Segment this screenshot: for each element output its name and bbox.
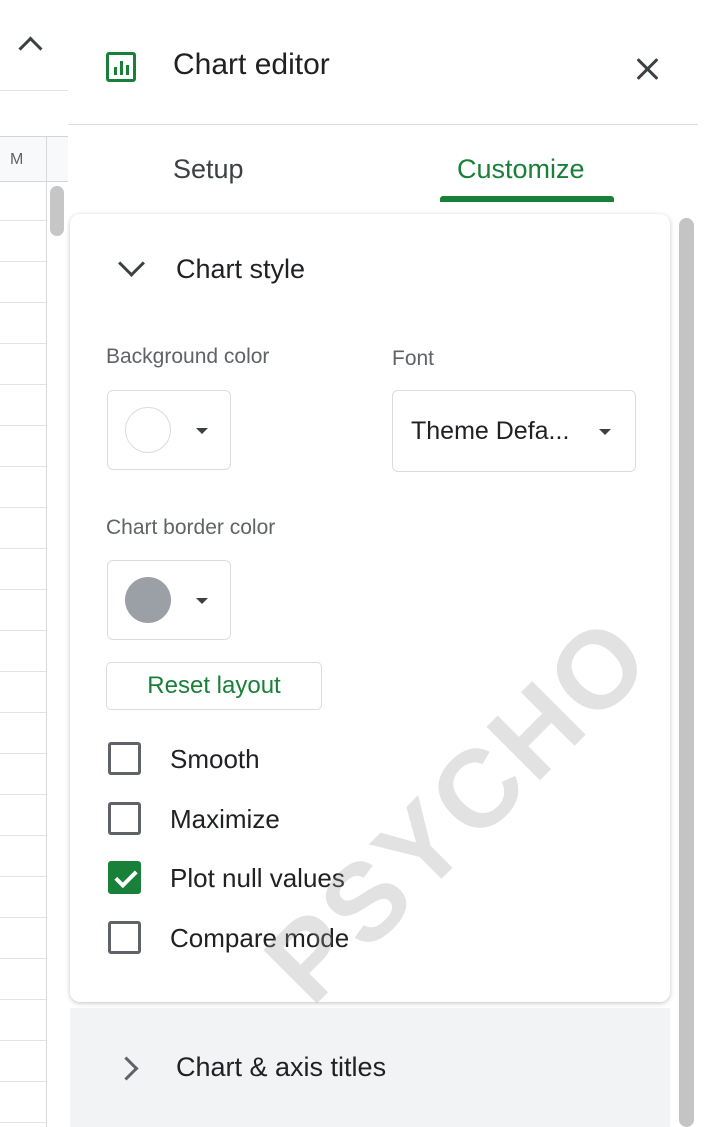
option-label: Smooth	[170, 744, 260, 774]
collapse-up-icon[interactable]	[18, 36, 43, 61]
smooth-checkbox[interactable]	[108, 742, 141, 775]
background-color-picker[interactable]	[107, 390, 231, 470]
caret-down-icon	[599, 429, 611, 435]
tab-setup[interactable]: Setup	[173, 154, 244, 185]
font-value: Theme Defa...	[411, 417, 570, 445]
close-icon[interactable]	[634, 55, 662, 83]
panel-scrollbar[interactable]	[679, 218, 694, 1127]
reset-layout-button[interactable]: Reset layout	[106, 662, 322, 710]
chart-icon	[106, 52, 136, 82]
sheet-scrollbar[interactable]	[50, 186, 64, 236]
chart-axis-titles-section[interactable]: Chart & axis titles	[70, 1008, 670, 1127]
caret-down-icon	[196, 428, 208, 434]
column-divider	[46, 136, 47, 1127]
checkmark-icon	[114, 864, 138, 889]
spreadsheet-strip: M	[0, 0, 69, 1127]
active-tab-indicator	[440, 196, 614, 202]
sheet-grid[interactable]	[0, 180, 46, 1127]
maximize-checkbox[interactable]	[108, 802, 141, 835]
section-title: Chart & axis titles	[176, 1052, 387, 1082]
chart-border-color-picker[interactable]	[107, 560, 231, 640]
chevron-right-icon	[114, 1056, 139, 1081]
sheet-toolbar-area	[0, 0, 68, 91]
plot-null-values-checkbox[interactable]	[108, 861, 141, 894]
section-title[interactable]: Chart style	[176, 254, 305, 285]
option-label: Maximize	[170, 804, 280, 834]
column-header-label: M	[10, 151, 24, 168]
compare-mode-checkbox[interactable]	[108, 921, 141, 954]
chart-border-color-label: Chart border color	[106, 516, 276, 539]
background-color-swatch	[125, 407, 171, 453]
editor-header: Chart editor	[68, 0, 698, 125]
column-header[interactable]: M	[0, 136, 68, 182]
font-label: Font	[392, 347, 435, 370]
chevron-down-icon[interactable]	[118, 250, 145, 277]
caret-down-icon	[196, 598, 208, 604]
font-dropdown[interactable]: Theme Defa...	[392, 390, 636, 472]
border-color-swatch	[125, 577, 171, 623]
editor-title: Chart editor	[173, 48, 330, 81]
background-color-label: Background color	[106, 345, 270, 368]
tab-customize[interactable]: Customize	[457, 154, 585, 185]
